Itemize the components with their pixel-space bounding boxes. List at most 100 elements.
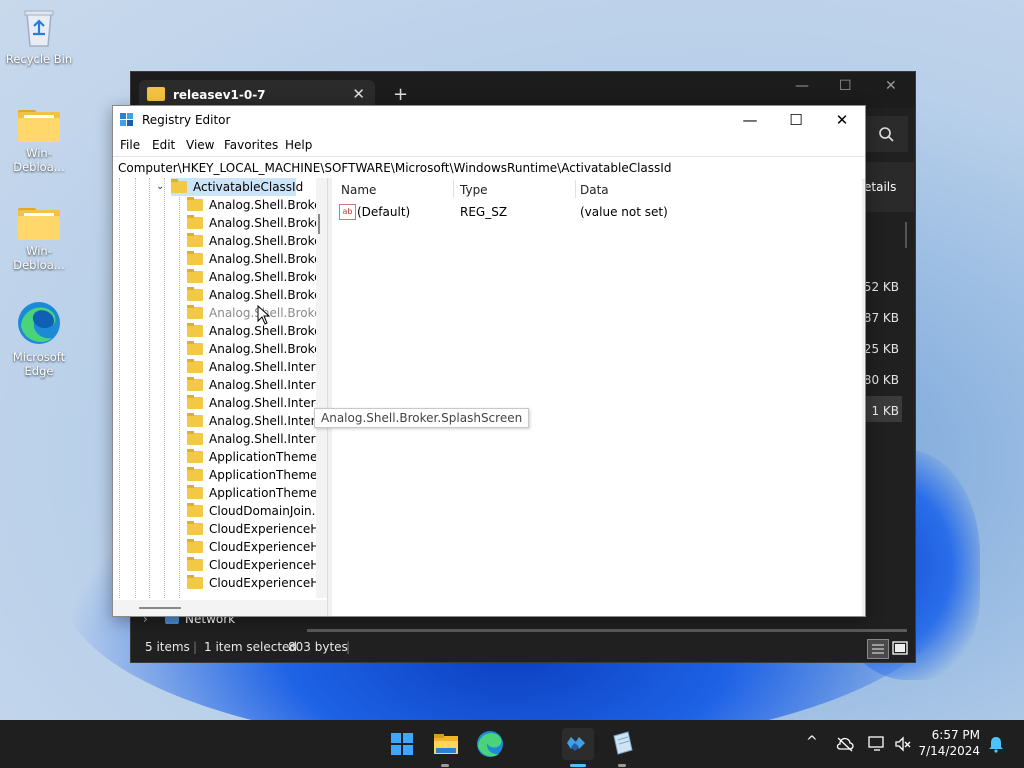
folder-icon [187, 215, 203, 229]
search-icon [879, 127, 894, 142]
maximize-button[interactable]: ☐ [773, 106, 819, 134]
tree-guide-line [135, 178, 136, 598]
new-tab-icon[interactable]: + [393, 84, 408, 105]
folder-icon [187, 467, 203, 481]
folder-icon [187, 341, 203, 355]
address-bar[interactable]: Computer\HKEY_LOCAL_MACHINE\SOFTWARE\Mic… [113, 156, 865, 180]
folder-icon [187, 431, 203, 445]
status-separator: | [346, 640, 351, 654]
menu-edit[interactable]: Edit [152, 138, 175, 152]
start-icon[interactable] [386, 728, 418, 760]
explorer-maximize-button[interactable]: ☐ [839, 78, 852, 94]
value-name[interactable]: (Default) [357, 205, 410, 219]
tree-item-label: Analog.Shell.Broker [209, 324, 327, 338]
folder-icon [147, 87, 165, 101]
desktop-icon-win-debloat-2[interactable]: Win-Debloa... [3, 208, 75, 272]
column-header-data[interactable]: Data [580, 183, 609, 197]
volume-muted-icon[interactable] [894, 735, 912, 753]
explorer-titlebar: releasev1-0-7 ✕ + — ☐ ✕ [131, 72, 915, 108]
close-button[interactable]: ✕ [819, 106, 865, 134]
network-icon[interactable] [868, 735, 886, 753]
edge-icon[interactable] [474, 728, 506, 760]
running-indicator [441, 764, 449, 767]
regedit-titlebar[interactable]: Registry Editor — ☐ ✕ [113, 106, 865, 134]
large-icons-view-button[interactable] [891, 639, 909, 657]
explorer-close-button[interactable]: ✕ [885, 78, 897, 94]
running-indicator [618, 764, 626, 767]
cloud-off-icon[interactable] [836, 736, 854, 752]
tree-horizontal-scrollbar[interactable] [113, 600, 327, 616]
registry-editor-icon [120, 113, 133, 126]
value-type: REG_SZ [460, 205, 508, 219]
folder-icon [187, 359, 203, 373]
notepad-icon[interactable] [606, 728, 638, 760]
minimize-button[interactable]: — [727, 106, 773, 134]
folder-icon [18, 208, 60, 240]
column-separator[interactable] [575, 180, 576, 198]
explorer-tab[interactable]: releasev1-0-7 ✕ [139, 80, 375, 108]
details-view-button[interactable] [867, 639, 889, 659]
file-explorer-icon[interactable] [430, 728, 462, 760]
explorer-search-button[interactable] [866, 116, 908, 152]
folder-icon [187, 539, 203, 553]
desktop-icon-win-debloat-1[interactable]: Win-Debloa... [3, 110, 75, 174]
folder-icon [187, 287, 203, 301]
folder-icon [187, 395, 203, 409]
menu-view[interactable]: View [186, 138, 214, 152]
address-path: Computer\HKEY_LOCAL_MACHINE\SOFTWARE\Mic… [118, 161, 672, 175]
details-label: etails [864, 180, 897, 194]
registry-editor-taskbar-icon[interactable] [562, 728, 594, 760]
mouse-cursor-icon [257, 305, 271, 325]
tree-vertical-scrollbar[interactable] [316, 178, 327, 598]
tree-item-label: CloudExperienceHc [209, 522, 326, 536]
status-items: 5 items [145, 640, 190, 654]
tree-item-label: CloudExperienceHc [209, 576, 326, 590]
tree-item-label: Analog.Shell.Broker [209, 288, 327, 302]
tree-item-label: Analog.Shell.Intero [209, 360, 323, 374]
menu-file[interactable]: File [120, 138, 140, 152]
explorer-tab-title: releasev1-0-7 [173, 88, 266, 102]
folder-icon [187, 251, 203, 265]
values-pane[interactable]: Name Type Data ab (Default) REG_SZ (valu… [332, 178, 862, 616]
notification-bell-icon[interactable] [988, 735, 1004, 753]
tree-guide-line [179, 178, 180, 598]
tree-item-label: ApplicationTheme. [209, 486, 322, 500]
tree-item-label: CloudExperienceHc [209, 558, 326, 572]
menu-favorites[interactable]: Favorites [224, 138, 278, 152]
tree-item-label: CloudDomainJoin.I [209, 504, 320, 518]
scrollbar-thumb[interactable] [139, 607, 181, 609]
chevron-up-icon[interactable]: ^ [806, 734, 818, 750]
value-data: (value not set) [580, 205, 668, 219]
column-header-name[interactable]: Name [341, 183, 376, 197]
folder-icon [187, 269, 203, 283]
tree-item-selected[interactable]: ActivatableClassId [171, 178, 303, 196]
system-clock[interactable]: 6:57 PM 7/14/2024 [918, 727, 980, 759]
folder-icon [187, 233, 203, 247]
close-tab-icon[interactable]: ✕ [352, 85, 365, 103]
tree-item-label: Analog.Shell.Broker [209, 342, 327, 356]
tree-item-label: Analog.Shell.Intero [209, 414, 323, 428]
folder-icon [187, 197, 203, 211]
desktop-icon-label: Win-Debloa... [13, 146, 65, 174]
folder-icon [187, 575, 203, 589]
folder-open-icon [171, 179, 187, 193]
tree-item-label: ApplicationTheme. [209, 468, 322, 482]
desktop-icon-recycle-bin[interactable]: Recycle Bin [3, 8, 75, 66]
desktop-icon-microsoft-edge[interactable]: Microsoft Edge [3, 300, 75, 378]
explorer-minimize-button[interactable]: — [795, 78, 809, 94]
tree-item-label: CloudExperienceHc [209, 540, 326, 554]
edge-icon [16, 300, 62, 346]
column-separator[interactable] [453, 180, 454, 198]
folder-icon [187, 449, 203, 463]
taskbar: ^ 6:57 PM 7/14/2024 [0, 720, 1024, 768]
folder-icon [187, 521, 203, 535]
column-header-type[interactable]: Type [460, 183, 488, 197]
folder-icon [187, 557, 203, 571]
key-tree[interactable]: ⌄ ActivatableClassId Analog.Shell.Broker… [113, 178, 327, 616]
scrollbar-thumb[interactable] [318, 214, 320, 234]
details-view-icon [872, 644, 884, 654]
tiles-view-icon [892, 641, 908, 655]
collapse-arrow-icon[interactable]: ⌄ [156, 181, 164, 192]
menu-help[interactable]: Help [285, 138, 312, 152]
scrollbar-thumb[interactable] [905, 222, 907, 248]
